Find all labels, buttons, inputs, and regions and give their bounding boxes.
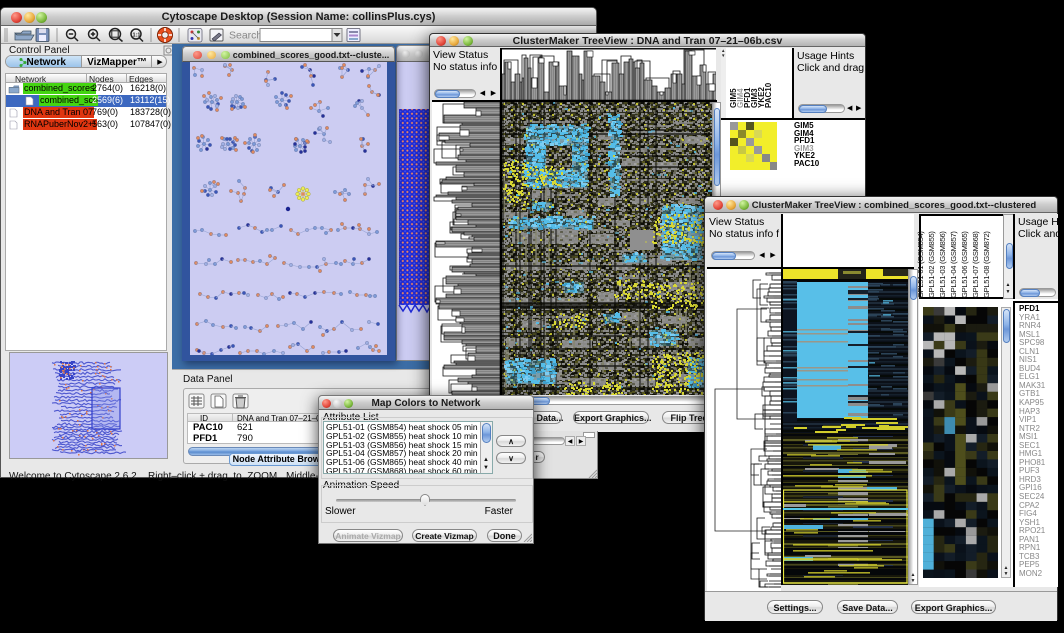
svg-text:1:1: 1:1 [133, 33, 141, 39]
